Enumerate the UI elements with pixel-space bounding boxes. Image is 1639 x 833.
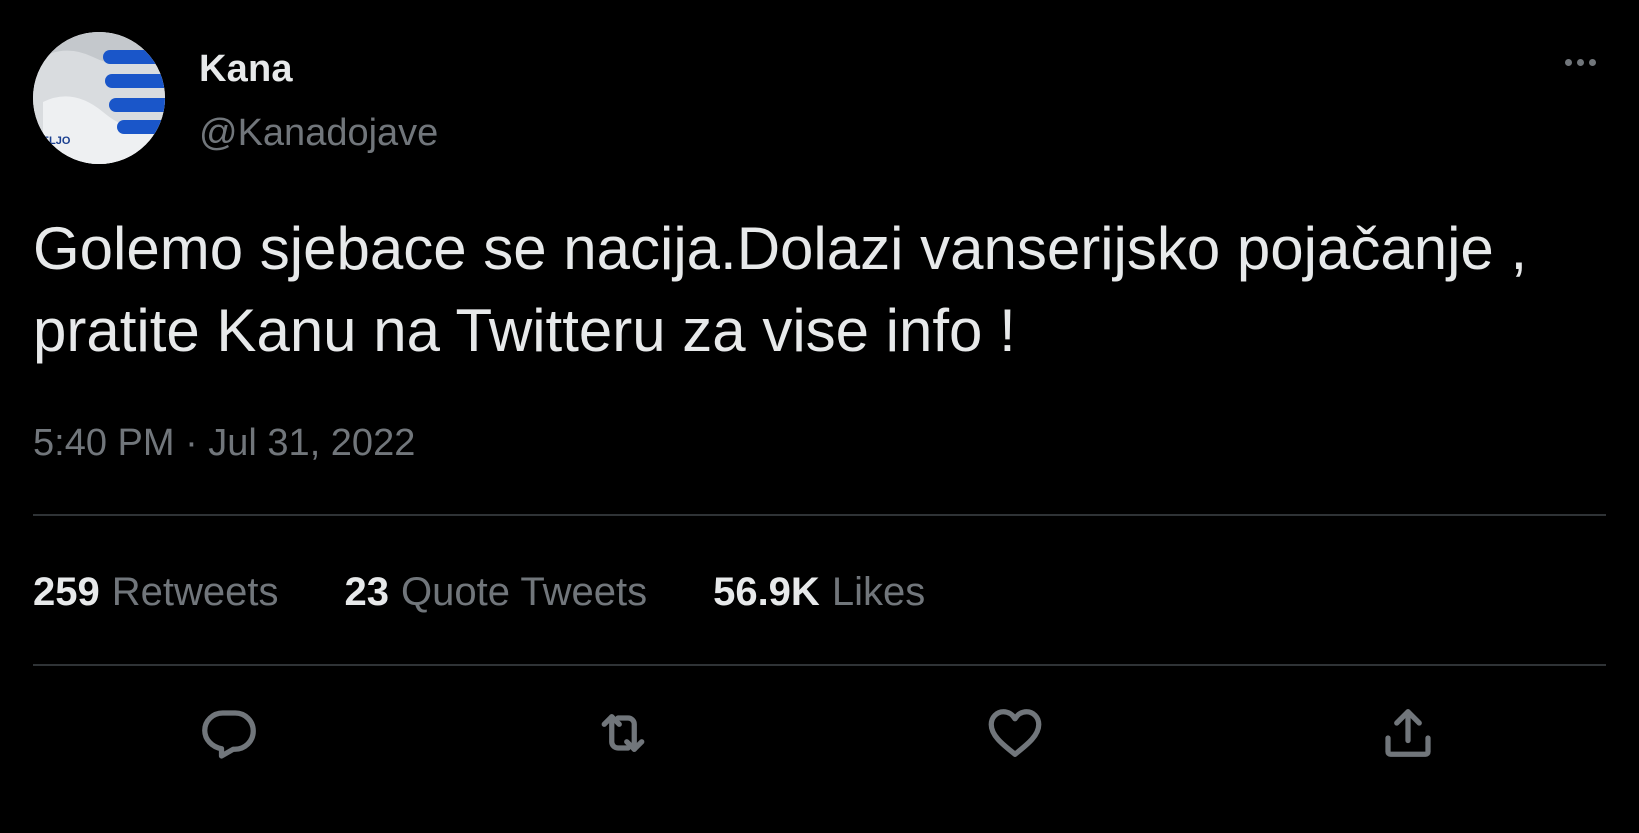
stat-likes[interactable]: 56.9K Likes <box>713 570 925 615</box>
tweet-stats: 259 Retweets 23 Quote Tweets 56.9K Likes <box>33 570 991 620</box>
stat-count: 259 <box>33 570 100 614</box>
like-button[interactable] <box>982 700 1048 766</box>
tweet-text-line: Golemo sjebace se nacija.Dolazi vanserij… <box>33 215 1528 282</box>
stat-count: 56.9K <box>713 570 820 614</box>
avatar-image: ŽELJO <box>33 32 165 164</box>
divider <box>33 514 1606 516</box>
share-icon <box>1385 709 1431 757</box>
stat-retweets[interactable]: 259 Retweets <box>33 570 279 615</box>
divider <box>33 664 1606 666</box>
tweet-timestamp[interactable]: 5:40 PM · Jul 31, 2022 <box>33 422 415 465</box>
tweet-text-line: pratite Kanu na Twitteru za vise info ! <box>33 297 1016 364</box>
stat-quote-tweets[interactable]: 23 Quote Tweets <box>345 570 648 615</box>
tweet-card: ŽELJO Kana @Kanadojave Golemo sjebace se… <box>0 0 1639 833</box>
author-handle[interactable]: @Kanadojave <box>199 112 438 155</box>
more-dot <box>1588 58 1596 66</box>
tweet-text: Golemo sjebace se nacija.Dolazi vanserij… <box>33 208 1623 372</box>
reply-button[interactable] <box>196 700 262 766</box>
more-icon[interactable] <box>1550 42 1610 82</box>
avatar[interactable]: ŽELJO <box>33 32 165 164</box>
more-dot <box>1576 58 1584 66</box>
reply-icon <box>202 710 256 759</box>
stat-label: Quote Tweets <box>401 570 648 614</box>
heart-icon <box>988 709 1042 757</box>
stat-label: Retweets <box>111 570 279 614</box>
share-button[interactable] <box>1375 700 1441 766</box>
avatar-text: ŽELJO <box>35 134 71 147</box>
stat-count: 23 <box>344 570 390 614</box>
retweet-button[interactable] <box>590 700 656 766</box>
author-name[interactable]: Kana <box>199 48 293 91</box>
stat-label: Likes <box>831 570 926 614</box>
retweet-icon <box>601 714 645 752</box>
more-dot <box>1564 58 1572 66</box>
